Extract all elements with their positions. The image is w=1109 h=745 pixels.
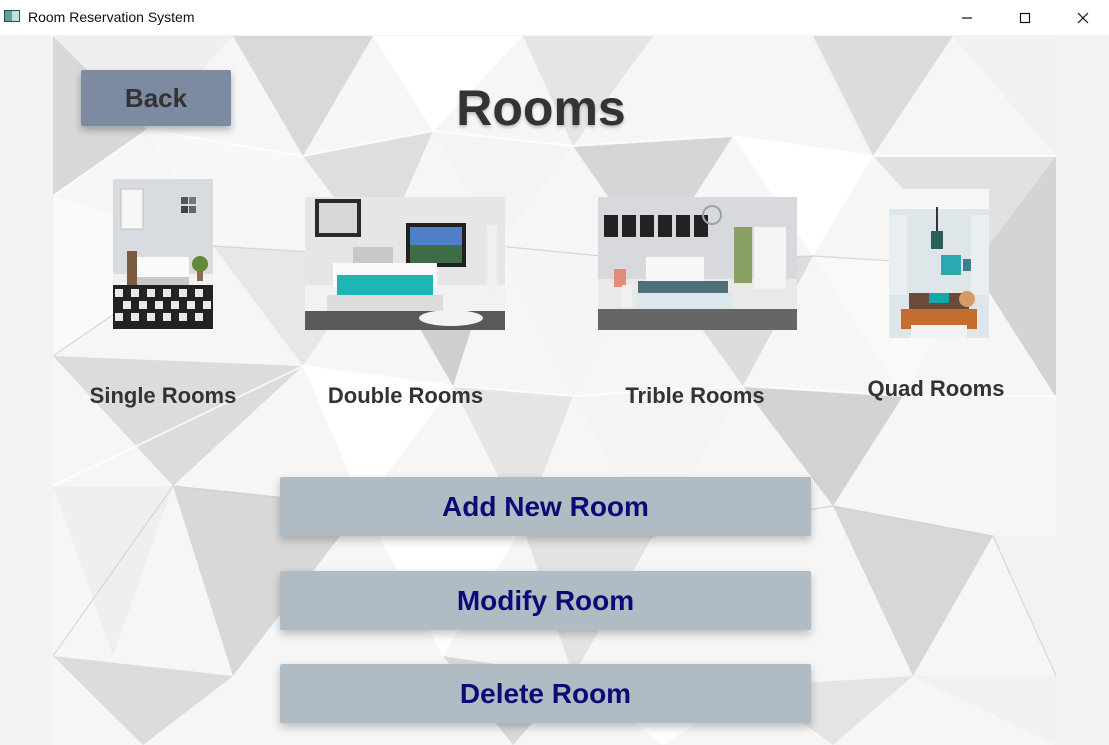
quad-room-label: Quad Rooms bbox=[867, 376, 1005, 401]
triple-room-photo bbox=[598, 197, 797, 330]
rooms-panel: Back Rooms Single Rooms Double Rooms Tri… bbox=[53, 36, 1056, 745]
modify-room-button[interactable]: Modify Room bbox=[280, 571, 811, 630]
double-room-label: Double Rooms bbox=[327, 383, 484, 408]
triple-room-label: Trible Rooms bbox=[625, 383, 765, 408]
minimize-icon bbox=[962, 16, 972, 19]
maximize-button[interactable] bbox=[1002, 0, 1048, 35]
back-button[interactable]: Back bbox=[81, 70, 231, 126]
single-room-label: Single Rooms bbox=[89, 383, 237, 408]
single-room-photo bbox=[113, 179, 213, 329]
app-window-icon bbox=[4, 10, 20, 22]
double-room-photo bbox=[305, 197, 505, 330]
window-title: Room Reservation System bbox=[28, 9, 195, 25]
title-bar: Room Reservation System bbox=[0, 0, 1109, 35]
quad-room-card[interactable]: Quad Rooms bbox=[865, 189, 1015, 406]
close-icon bbox=[1077, 12, 1089, 23]
quad-room-photo bbox=[889, 189, 989, 338]
close-button[interactable] bbox=[1060, 0, 1106, 35]
delete-room-button[interactable]: Delete Room bbox=[280, 664, 811, 723]
triple-room-card[interactable]: Trible Rooms bbox=[598, 197, 797, 409]
add-new-room-button[interactable]: Add New Room bbox=[280, 477, 811, 536]
single-room-card[interactable]: Single Rooms bbox=[89, 179, 239, 409]
maximize-icon bbox=[1019, 12, 1031, 23]
double-room-card[interactable]: Double Rooms bbox=[305, 197, 505, 409]
minimize-button[interactable] bbox=[944, 0, 990, 35]
page-title: Rooms bbox=[456, 80, 626, 136]
room-reservation-window: Room Reservation System Back Rooms Singl… bbox=[0, 0, 1109, 745]
